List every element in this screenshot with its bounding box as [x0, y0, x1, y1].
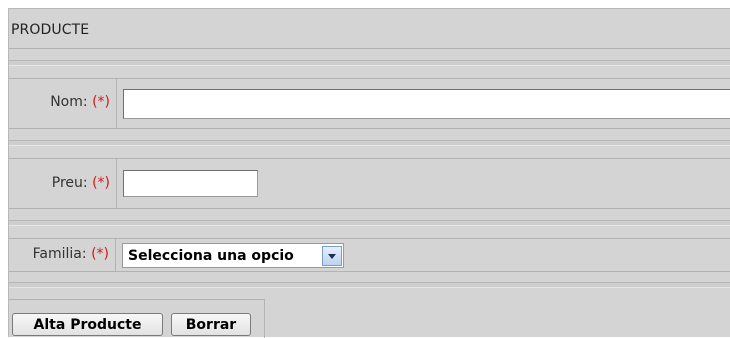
- preu-input[interactable]: [123, 170, 258, 197]
- divider: [9, 60, 730, 66]
- borrar-button[interactable]: Borrar: [171, 313, 251, 336]
- nom-label: Nom:: [50, 94, 88, 110]
- product-form: PRODUCTE Nom: (*) Preu: (*) Familia: (*)…: [8, 8, 730, 338]
- divider: [9, 140, 730, 146]
- chevron-down-icon[interactable]: [322, 246, 342, 266]
- required-marker: (*): [91, 246, 109, 262]
- divider: [9, 220, 730, 226]
- familia-selected-value: Selecciona una opcio: [128, 248, 294, 264]
- form-title: PRODUCTE: [11, 22, 90, 38]
- required-marker: (*): [92, 175, 110, 191]
- familia-label-cell: Familia: (*): [9, 239, 116, 271]
- button-row: Alta Producte Borrar: [9, 299, 730, 338]
- required-marker: (*): [92, 94, 110, 110]
- familia-row: Familia: (*) Selecciona una opcio: [9, 238, 730, 272]
- spacer-row: [9, 210, 730, 238]
- nom-input[interactable]: [123, 89, 730, 119]
- divider: [9, 282, 730, 288]
- nom-label-cell: Nom: (*): [9, 79, 117, 128]
- nom-row: Nom: (*): [9, 78, 730, 129]
- form-header: PRODUCTE: [9, 9, 730, 49]
- spacer-row: [9, 50, 730, 78]
- spacer-row: [9, 272, 730, 300]
- spacer-row: [9, 130, 730, 158]
- alta-producte-button[interactable]: Alta Producte: [12, 313, 163, 336]
- preu-label: Preu:: [51, 175, 88, 191]
- preu-label-cell: Preu: (*): [9, 159, 117, 208]
- preu-row: Preu: (*): [9, 158, 730, 209]
- familia-select[interactable]: Selecciona una opcio: [122, 243, 344, 268]
- familia-label: Familia:: [32, 246, 87, 262]
- button-cell: Alta Producte Borrar: [9, 299, 265, 338]
